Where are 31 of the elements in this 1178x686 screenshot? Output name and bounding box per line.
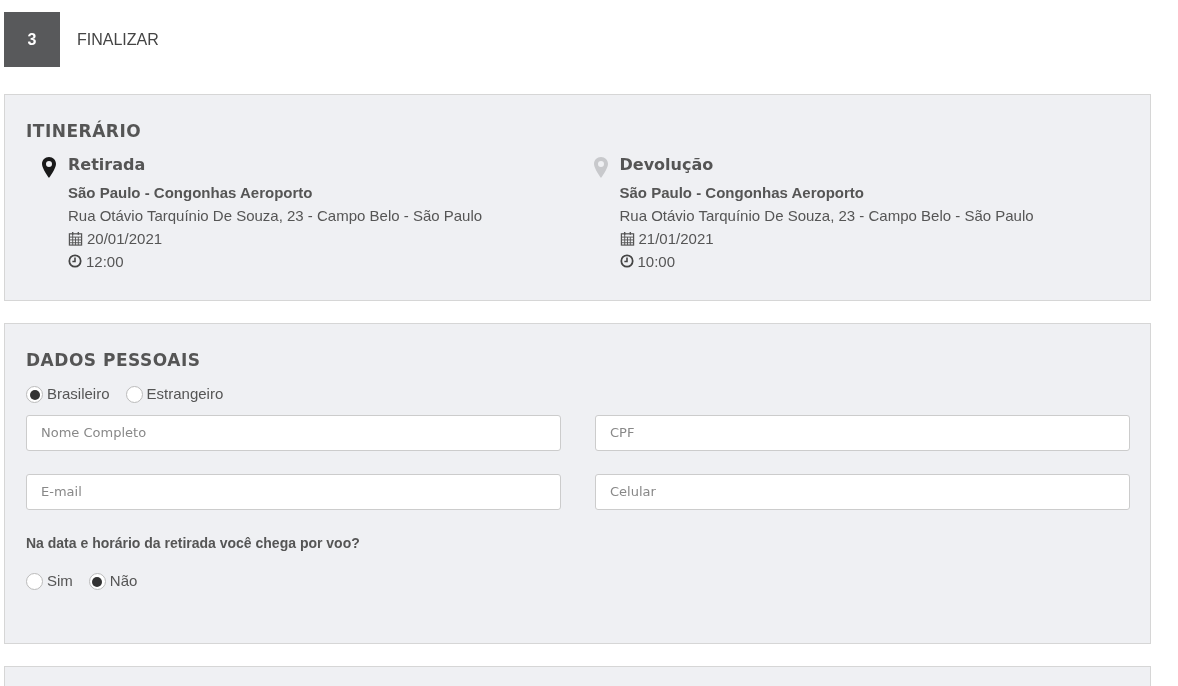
time-text: 12:00: [86, 251, 124, 272]
question-text: Na data e horário da retirada você chega por voo?: [26, 533, 361, 553]
calendar-icon: [619, 230, 635, 246]
date-text: 20/01/2021: [87, 228, 163, 249]
radio-label: Não: [109, 570, 138, 591]
address-text: Rua Otávio Tarquínio De Souza, 23 - Campo Belo - São Paulo: [619, 205, 1034, 226]
calendar-icon: [68, 230, 83, 246]
text-field[interactable]: E-mail: [26, 473, 561, 510]
section-title: DADOS PESSOAIS: [26, 349, 202, 372]
location-label: Retirada: [68, 153, 147, 176]
radio-button[interactable]: [88, 573, 106, 590]
text-field[interactable]: Celular: [595, 473, 1130, 510]
location-name: São Paulo - Congonhas Aeroporto: [619, 182, 865, 203]
step-number: 3: [4, 12, 60, 67]
date-text: 21/01/2021: [638, 228, 714, 249]
address-text: Rua Otávio Tarquínio De Souza, 23 - Campo Belo - São Paulo: [68, 205, 483, 226]
radio-label: Sim: [47, 570, 73, 591]
location-name: São Paulo - Congonhas Aeroporto: [68, 182, 314, 203]
clock-icon: [68, 254, 82, 268]
clock-icon: [619, 254, 634, 268]
location-label: Devolução: [619, 153, 715, 176]
radio-label: Brasileiro: [47, 383, 110, 404]
radio-button[interactable]: [26, 386, 43, 403]
time-text: 10:00: [637, 251, 676, 272]
radio-button[interactable]: [26, 573, 43, 590]
text-field[interactable]: Nome Completo: [26, 414, 561, 451]
text-field[interactable]: CPF: [595, 414, 1130, 451]
radio-label: Estrangeiro: [146, 383, 224, 404]
radio-button[interactable]: [125, 386, 143, 403]
section-title: ITINERÁRIO: [26, 119, 143, 143]
step-title: FINALIZAR: [77, 29, 159, 50]
